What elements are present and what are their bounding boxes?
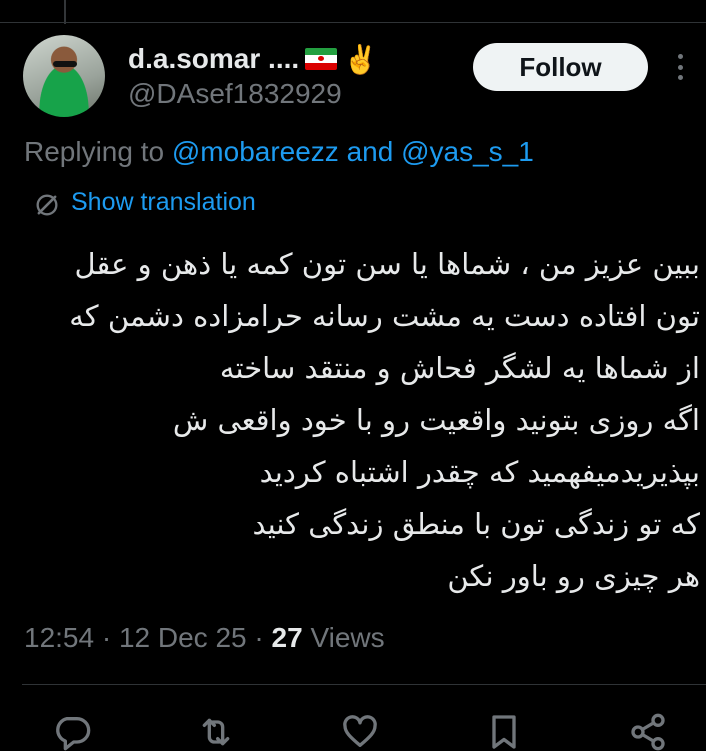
tweet-line: بپذیریدمیفهمید که چقدر اشتباه کردید	[259, 455, 700, 489]
translate-icon[interactable]	[33, 191, 61, 219]
actions-divider	[22, 684, 706, 685]
show-translation-link[interactable]: Show translation	[71, 188, 256, 217]
tweet-line: که تو زندگی تون با منطق زندگی کنید	[252, 507, 700, 541]
tweet-text: ببین عزیز من ، شماها یا سن تون کمه یا ذه…	[22, 238, 700, 602]
mention-link-1[interactable]: @mobareezz	[172, 136, 339, 167]
more-vertical-icon[interactable]	[668, 50, 692, 84]
meta-separator: ·	[101, 622, 112, 653]
views-count: 27	[271, 622, 303, 653]
views-label: Views	[310, 622, 385, 653]
tweet-meta: 12:54 · 12 Dec 25 · 27 Views	[24, 622, 385, 654]
bookmark-icon[interactable]	[484, 712, 524, 751]
tweet-line: تون افتاده دست یه مشت رسانه حرامزاده دشم…	[69, 299, 700, 333]
share-icon[interactable]	[628, 712, 668, 751]
tweet-date[interactable]: 12 Dec 25	[119, 622, 247, 653]
reply-icon[interactable]	[52, 712, 92, 751]
action-bar	[0, 712, 706, 751]
tweet-line: ببین عزیز من ، شماها یا سن تون کمه یا ذه…	[74, 247, 700, 281]
replying-to-line: Replying to @mobareezz and @yas_s_1	[24, 136, 534, 168]
replying-prefix: Replying to	[24, 136, 165, 167]
tweet-line: هر چیزی رو باور نکن	[447, 559, 700, 593]
thread-connector-line	[64, 0, 66, 24]
avatar[interactable]	[23, 35, 105, 117]
avatar-glasses	[53, 61, 77, 67]
tweet-line: از شماها یه لشگر فحاش و منتقد ساخته	[219, 351, 700, 385]
follow-button[interactable]: Follow	[473, 43, 648, 91]
author-display-name[interactable]: d.a.somar ....	[128, 43, 299, 75]
mention-link-2[interactable]: @yas_s_1	[401, 136, 534, 167]
heart-icon[interactable]	[340, 712, 380, 751]
victory-hand-icon: ✌️	[343, 43, 379, 75]
meta-separator: ·	[254, 622, 264, 653]
tweet-time[interactable]: 12:54	[24, 622, 94, 653]
tweet-line: اگه روزی بتونید واقعیت رو با خود واقعی ش	[172, 403, 700, 437]
retweet-icon[interactable]	[196, 712, 236, 751]
author-handle[interactable]: @DAsef1832929	[128, 78, 342, 110]
author-name-row[interactable]: d.a.somar .... ✌️	[128, 42, 378, 76]
iran-flag-icon	[305, 48, 338, 70]
mention-conjunction: and	[346, 136, 394, 167]
top-divider	[0, 22, 706, 23]
